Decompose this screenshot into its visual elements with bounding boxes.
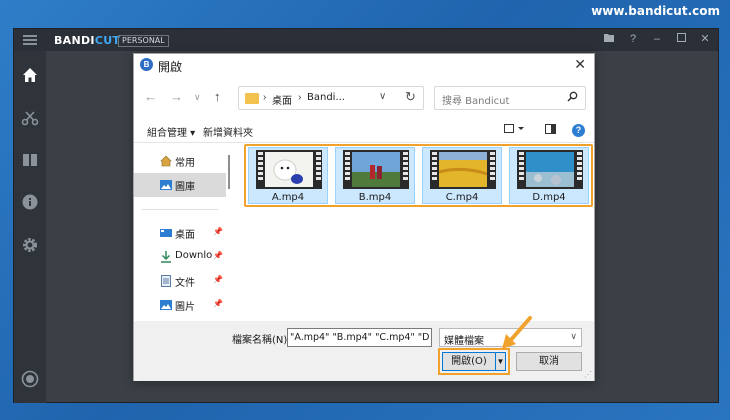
- nav-item-documents[interactable]: 文件 📌: [134, 269, 226, 293]
- nav-item-label: 圖片: [175, 302, 195, 313]
- cut-icon[interactable]: [20, 108, 40, 128]
- navpane-divider: [142, 209, 218, 210]
- record-icon[interactable]: [20, 369, 40, 389]
- folder-icon[interactable]: [604, 32, 614, 46]
- app-titlebar: BANDICUT PERSONAL ? – ✕: [14, 29, 718, 51]
- folder-icon: [245, 93, 259, 104]
- video-thumbnail: [343, 150, 409, 189]
- filetype-value: 媒體檔案: [444, 336, 484, 347]
- home-icon[interactable]: [20, 65, 40, 85]
- pin-icon[interactable]: 📌: [213, 275, 223, 284]
- search-placeholder: 搜尋 Bandicut: [442, 96, 510, 107]
- pin-icon[interactable]: 📌: [213, 299, 223, 308]
- settings-icon[interactable]: [20, 235, 40, 255]
- video-thumbnail: [430, 150, 496, 189]
- file-name: A.mp4: [271, 192, 305, 203]
- download-icon: [160, 251, 172, 263]
- navigation-pane: 常用 圖庫 桌面 📌 Downlo 📌 文件 📌 圖片 📌: [134, 143, 236, 321]
- nav-item-home[interactable]: 常用: [134, 149, 226, 173]
- file-item[interactable]: B.mp4: [335, 147, 415, 204]
- file-name: B.mp4: [358, 192, 392, 203]
- navigation-bar: ← → ∨ ↑ › 桌面 › Bandi... ∨ ↻ 搜尋 Bandicut: [134, 86, 594, 110]
- nav-item-pictures[interactable]: 圖片 📌: [134, 293, 226, 317]
- address-bar[interactable]: › 桌面 › Bandi... ∨ ↻: [238, 86, 424, 110]
- dialog-titlebar: B 開啟 ✕: [134, 54, 594, 76]
- new-folder-button[interactable]: 新增資料夾: [203, 124, 253, 139]
- breadcrumb-separator: ›: [298, 92, 302, 103]
- forward-arrow-icon[interactable]: →: [170, 89, 183, 104]
- window-controls: ? – ✕: [604, 32, 710, 46]
- nav-item-desktop[interactable]: 桌面 📌: [134, 221, 226, 245]
- file-name: D.mp4: [532, 192, 566, 203]
- edition-badge: PERSONAL: [118, 35, 169, 47]
- video-thumbnail: [256, 150, 322, 189]
- logo-accent: CUT: [94, 34, 121, 47]
- home-icon: [160, 155, 172, 167]
- app-sidebar: [14, 51, 46, 403]
- search-icon[interactable]: [567, 91, 578, 105]
- breadcrumb-bandicut[interactable]: Bandi...: [307, 92, 345, 103]
- breadcrumb-separator: ›: [263, 92, 267, 103]
- app-logo: BANDICUT: [54, 34, 120, 47]
- recent-chevron-icon[interactable]: ∨: [194, 92, 201, 103]
- minimize-icon[interactable]: –: [652, 32, 662, 46]
- back-arrow-icon[interactable]: ←: [144, 89, 157, 104]
- nav-item-downloads[interactable]: Downlo 📌: [134, 245, 226, 269]
- filename-label: 檔案名稱(N):: [232, 335, 291, 346]
- organize-menu[interactable]: 組合管理 ▾: [147, 124, 195, 139]
- join-icon[interactable]: [20, 150, 40, 170]
- file-list: A.mp4 B.mp4 C.mp4 D.mp4: [237, 143, 594, 321]
- pin-icon[interactable]: 📌: [213, 227, 223, 236]
- command-bar: 組合管理 ▾ 新增資料夾 ?: [134, 122, 594, 140]
- breadcrumb-desktop[interactable]: 桌面: [272, 92, 292, 107]
- pin-icon[interactable]: 📌: [213, 251, 223, 260]
- desktop-icon: [160, 227, 172, 239]
- filename-value: "A.mp4" "B.mp4" "C.mp4" "D: [290, 332, 430, 343]
- nav-item-label: Downlo: [175, 250, 213, 261]
- nav-item-label: 文件: [175, 278, 195, 289]
- help-icon[interactable]: ?: [572, 124, 585, 137]
- refresh-icon[interactable]: ↻: [405, 89, 416, 105]
- search-box[interactable]: 搜尋 Bandicut: [434, 86, 586, 110]
- video-thumbnail: [517, 150, 583, 189]
- close-icon[interactable]: ✕: [700, 32, 710, 46]
- file-item[interactable]: D.mp4: [509, 147, 589, 204]
- navpane-scrollbar[interactable]: [228, 155, 230, 189]
- file-item[interactable]: A.mp4: [248, 147, 328, 204]
- info-icon[interactable]: [20, 192, 40, 212]
- bandicut-app-icon: B: [140, 58, 153, 71]
- dialog-close-icon[interactable]: ✕: [574, 56, 586, 73]
- address-dropdown-icon[interactable]: ∨: [379, 91, 386, 102]
- view-options-icon[interactable]: [504, 124, 526, 137]
- dialog-title: 開啟: [158, 60, 183, 74]
- preview-pane-icon[interactable]: [545, 124, 556, 137]
- nav-item-label: 桌面: [175, 230, 195, 241]
- open-button[interactable]: 開啟(O): [442, 352, 496, 371]
- gallery-icon: [160, 179, 172, 191]
- help-icon[interactable]: ?: [628, 32, 638, 46]
- menu-icon[interactable]: [23, 35, 37, 45]
- picture-icon: [160, 299, 172, 311]
- document-icon: [160, 275, 172, 287]
- nav-item-label: 圖庫: [175, 182, 195, 193]
- arrow-callout-icon: [502, 316, 532, 349]
- up-arrow-icon[interactable]: ↑: [214, 89, 221, 104]
- nav-item-gallery[interactable]: 圖庫: [134, 173, 226, 197]
- logo-main: BANDI: [54, 34, 95, 47]
- chevron-down-icon: ∨: [570, 331, 577, 341]
- filename-input[interactable]: "A.mp4" "B.mp4" "C.mp4" "D: [287, 328, 432, 347]
- resize-grip-icon[interactable]: ⋰: [584, 370, 592, 379]
- file-name: C.mp4: [445, 192, 479, 203]
- site-url: www.bandicut.com: [591, 4, 720, 18]
- nav-item-label: 常用: [175, 158, 195, 169]
- maximize-icon[interactable]: [676, 32, 686, 46]
- file-item[interactable]: C.mp4: [422, 147, 502, 204]
